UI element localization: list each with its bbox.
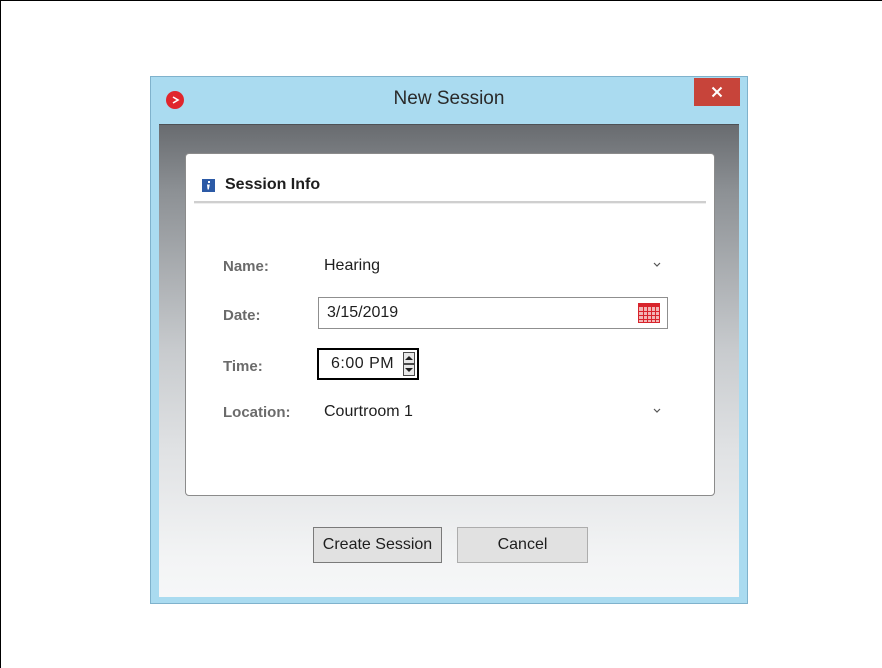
header-divider bbox=[194, 201, 706, 204]
date-value: 3/15/2019 bbox=[327, 304, 399, 321]
location-label: Location: bbox=[223, 403, 291, 421]
time-field[interactable]: 6:00 PM bbox=[317, 348, 419, 380]
location-value: Courtroom 1 bbox=[324, 403, 413, 420]
spin-down-button[interactable] bbox=[403, 364, 415, 376]
chevron-down-icon bbox=[653, 262, 661, 267]
date-label: Date: bbox=[223, 306, 261, 324]
close-icon bbox=[711, 86, 723, 98]
name-label: Name: bbox=[223, 257, 269, 275]
time-label: Time: bbox=[223, 357, 263, 375]
chevron-down-icon bbox=[653, 408, 661, 413]
screen-border-top bbox=[0, 0, 882, 1]
new-session-dialog: New Session Session Info Name: Hearing D… bbox=[150, 76, 748, 604]
calendar-icon[interactable] bbox=[638, 303, 660, 323]
name-value: Hearing bbox=[324, 257, 381, 274]
panel-title: Session Info bbox=[225, 176, 321, 193]
time-value: 6:00 PM bbox=[331, 355, 395, 372]
cancel-button[interactable]: Cancel bbox=[457, 527, 588, 563]
name-row: Name: bbox=[223, 251, 269, 281]
spin-down-icon bbox=[405, 368, 413, 372]
time-row: Time: bbox=[223, 351, 263, 381]
info-icon bbox=[202, 178, 215, 192]
close-button[interactable] bbox=[694, 78, 740, 106]
title-bar[interactable]: New Session bbox=[151, 77, 747, 123]
spin-up-button[interactable] bbox=[403, 352, 415, 364]
date-row: Date: bbox=[223, 300, 261, 330]
location-row: Location: bbox=[223, 397, 291, 427]
time-spinner bbox=[403, 352, 415, 376]
session-info-panel: Session Info Name: Hearing Date: 3/15/20… bbox=[185, 153, 715, 496]
location-dropdown[interactable]: Courtroom 1 bbox=[316, 399, 666, 425]
panel-header: Session Info bbox=[202, 175, 320, 195]
window-title: New Session bbox=[393, 88, 505, 109]
create-session-button[interactable]: Create Session bbox=[313, 527, 442, 563]
screen-border-left bbox=[0, 0, 1, 668]
dialog-body: Session Info Name: Hearing Date: 3/15/20… bbox=[159, 124, 739, 597]
name-dropdown[interactable]: Hearing bbox=[316, 253, 666, 279]
date-field[interactable]: 3/15/2019 bbox=[318, 297, 668, 329]
spin-up-icon bbox=[405, 356, 413, 360]
